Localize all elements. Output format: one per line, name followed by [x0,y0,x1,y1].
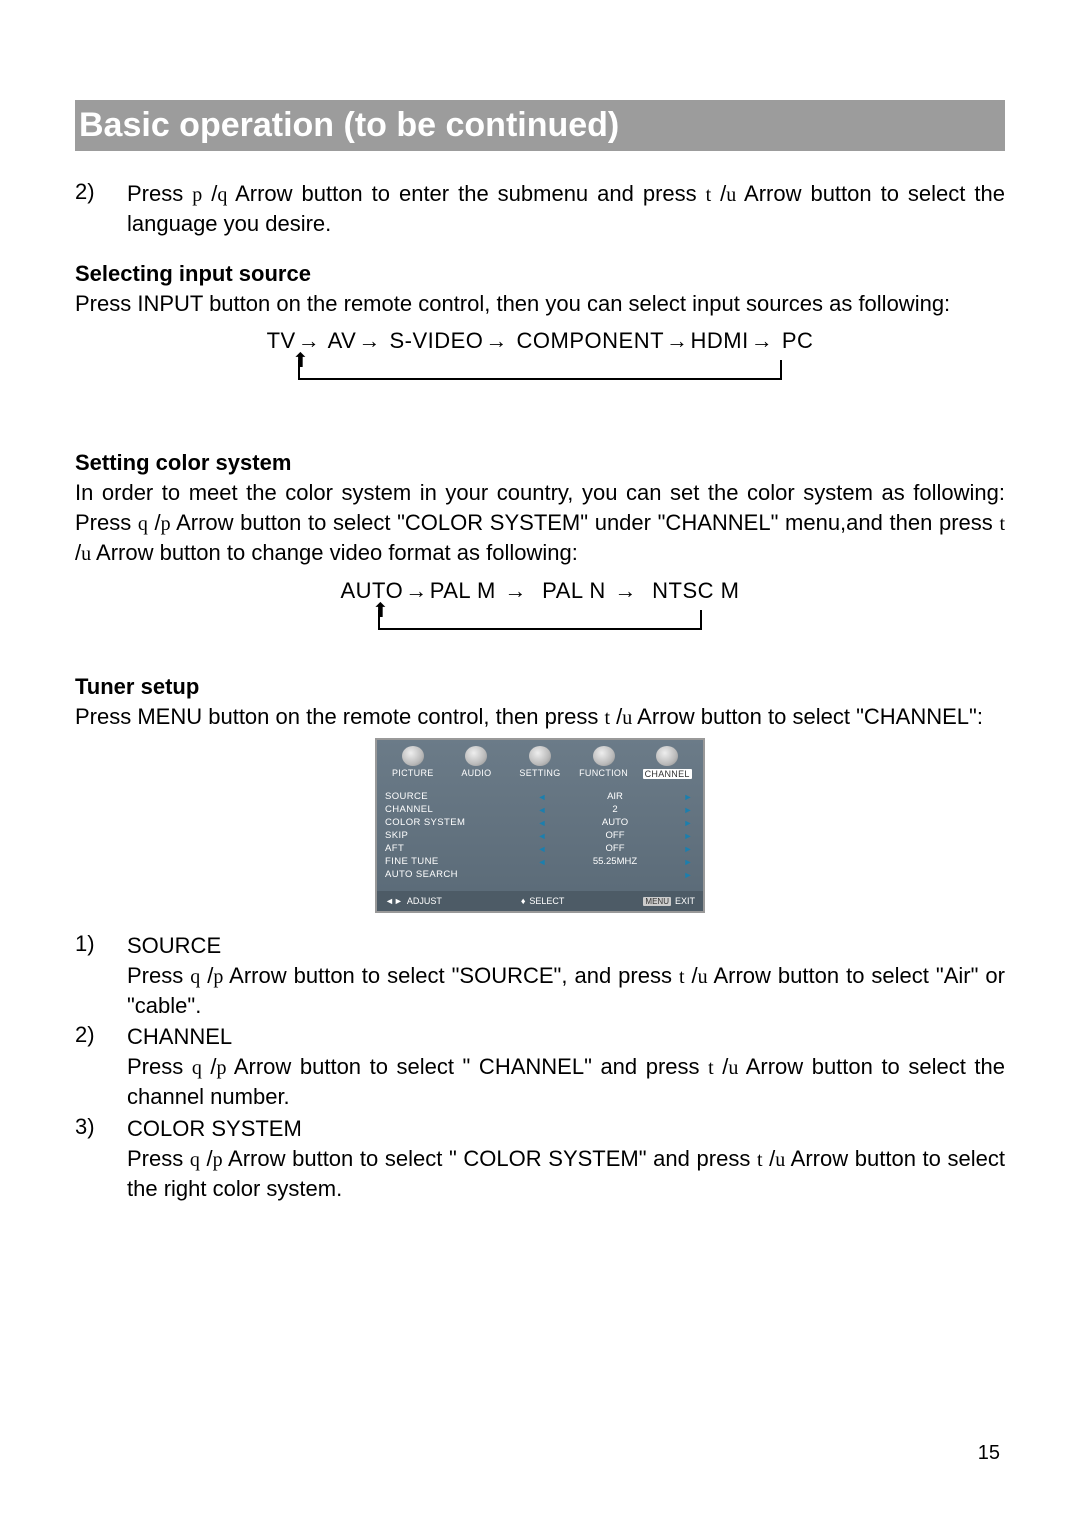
lr-arrow-icon: ◄► [385,896,403,906]
osd-tab-bar: PICTURE AUDIO SETTING FUNCTION CHANNEL [377,740,703,784]
osd-body: SOURCE ◄AIR► CHANNEL ◄2► COLOR SYSTEM ◄A… [377,784,703,891]
left-arrow-icon[interactable]: ◄ [535,857,549,867]
left-arrow-icon[interactable]: ◄ [535,844,549,854]
osd-tab-function[interactable]: FUNCTION [572,746,636,780]
setting-icon [529,746,551,766]
osd-tab-picture[interactable]: PICTURE [381,746,445,780]
right-arrow-icon[interactable]: ► [681,831,695,841]
channel-icon [656,746,678,766]
osd-footer: ◄►ADJUST ♦SELECT MENUEXIT [377,891,703,911]
osd-tab-setting[interactable]: SETTING [508,746,572,780]
tuner-intro: Press MENU button on the remote control,… [75,702,1005,732]
color-loop-arrow: ⬆ [370,610,710,644]
right-arrow-icon[interactable]: ► [681,805,695,815]
up-arrow-icon: ⬆ [372,598,389,623]
heading-tuner-setup: Tuner setup [75,674,1005,700]
osd-row-aft[interactable]: AFT ◄OFF► [385,842,695,855]
input-loop-arrow: ⬆ [290,360,790,394]
page-number: 15 [978,1442,1000,1465]
osd-tab-channel[interactable]: CHANNEL [635,746,699,780]
item-body: Press q /p Arrow button to select "SOURC… [127,961,1005,1021]
osd-row-fine-tune[interactable]: FINE TUNE ◄55.25MHZ► [385,855,695,868]
left-arrow-icon[interactable]: ◄ [535,818,549,828]
left-arrow-icon[interactable]: ◄ [535,792,549,802]
audio-icon [465,746,487,766]
item-source: 1) SOURCE Press q /p Arrow button to sel… [75,931,1005,1020]
step-text: Press p /q Arrow button to enter the sub… [127,179,1005,239]
osd-footer-exit: MENUEXIT [643,896,695,906]
item-title: CHANNEL [127,1022,1005,1052]
step-2: 2) Press p /q Arrow button to enter the … [75,179,1005,239]
right-arrow-icon[interactable]: ► [681,844,695,854]
up-arrow-icon: ⬆ [292,348,309,373]
osd-footer-adjust: ◄►ADJUST [385,896,442,906]
section-banner: Basic operation (to be continued) [75,100,1005,151]
item-body: Press q /p Arrow button to select " CHAN… [127,1052,1005,1112]
osd-footer-select: ♦SELECT [521,896,565,906]
heading-color-system: Setting color system [75,450,1005,476]
ud-arrow-icon: ♦ [521,896,526,906]
osd-row-color-system[interactable]: COLOR SYSTEM ◄AUTO► [385,816,695,829]
osd-row-channel[interactable]: CHANNEL ◄2► [385,803,695,816]
right-arrow-icon[interactable]: ► [681,792,695,802]
item-title: SOURCE [127,931,1005,961]
right-arrow-icon[interactable]: ► [681,818,695,828]
osd-row-skip[interactable]: SKIP ◄OFF► [385,829,695,842]
function-icon [593,746,615,766]
color-system-chain: AUTO→PAL M → PAL N → NTSC M [75,578,1005,604]
item-channel: 2) CHANNEL Press q /p Arrow button to se… [75,1022,1005,1111]
step-number: 2) [75,179,127,239]
item-color-system: 3) COLOR SYSTEM Press q /p Arrow button … [75,1114,1005,1203]
osd-row-source[interactable]: SOURCE ◄AIR► [385,790,695,803]
left-arrow-icon[interactable]: ◄ [535,805,549,815]
item-title: COLOR SYSTEM [127,1114,1005,1144]
right-arrow-icon[interactable]: ► [681,857,695,867]
left-arrow-icon[interactable]: ◄ [535,831,549,841]
item-body: Press q /p Arrow button to select " COLO… [127,1144,1005,1204]
osd-row-auto-search[interactable]: AUTO SEARCH ◄► [385,868,695,881]
heading-select-input: Selecting input source [75,261,1005,287]
osd-menu: PICTURE AUDIO SETTING FUNCTION CHANNEL S… [375,738,705,913]
menu-badge: MENU [643,897,671,906]
right-arrow-icon[interactable]: ► [681,870,695,880]
osd-tab-audio[interactable]: AUDIO [445,746,509,780]
color-system-intro: In order to meet the color system in you… [75,478,1005,568]
select-input-intro: Press INPUT button on the remote control… [75,289,1005,319]
picture-icon [402,746,424,766]
input-source-chain: TV→ AV→ S-VIDEO→ COMPONENT→HDMI→ PC [75,328,1005,354]
